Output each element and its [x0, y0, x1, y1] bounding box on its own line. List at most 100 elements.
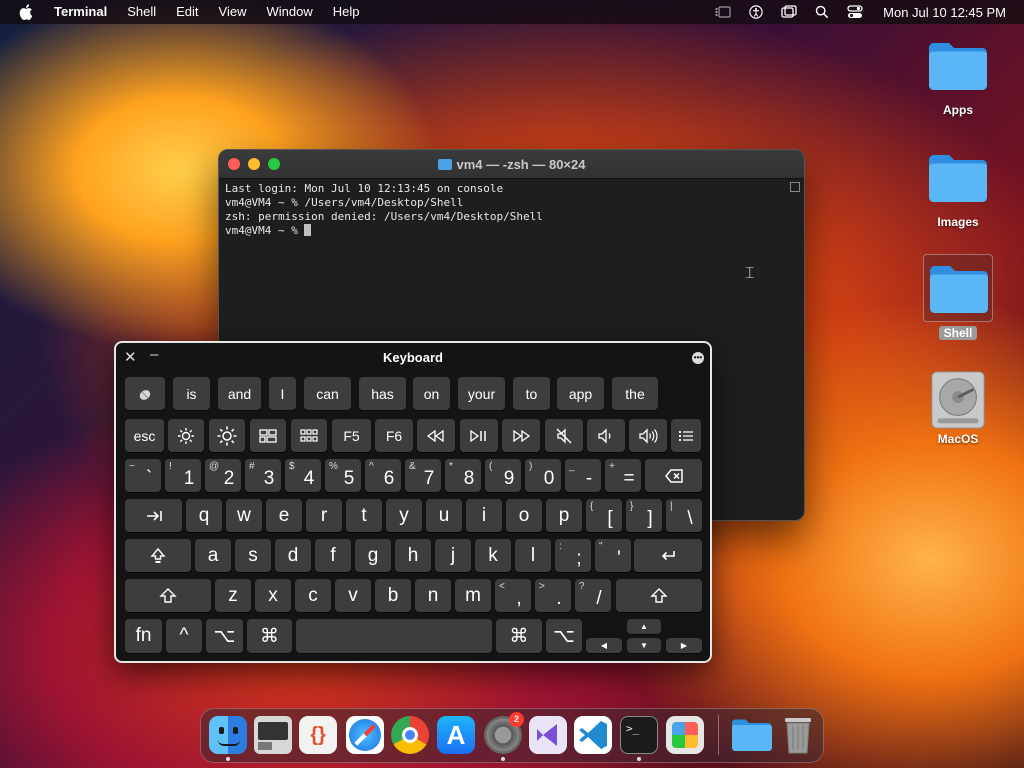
letter-key-a[interactable]: a	[195, 539, 231, 572]
number-key[interactable]: @2	[205, 459, 241, 492]
apple-menu-icon[interactable]	[0, 4, 52, 20]
menu-bar-clock[interactable]: Mon Jul 10 12:45 PM	[883, 5, 1006, 20]
letter-key-s[interactable]: s	[235, 539, 271, 572]
suggestion-key[interactable]: on	[413, 377, 450, 410]
terminal-content[interactable]: Last login: Mon Jul 10 12:13:45 on conso…	[219, 179, 804, 241]
letter-key-b[interactable]: b	[375, 579, 411, 612]
app-store-icon[interactable]: A	[437, 716, 475, 754]
right-option-key[interactable]: ⌥	[546, 619, 582, 653]
arrow-left-key[interactable]: ◀	[586, 638, 622, 653]
left-shift-key[interactable]	[125, 579, 211, 612]
brightness-up-key[interactable]	[209, 419, 245, 452]
visual-studio-icon[interactable]	[529, 716, 567, 754]
letter-key-g[interactable]: g	[355, 539, 391, 572]
letter-key-p[interactable]: p	[546, 499, 582, 532]
safari-icon[interactable]	[346, 716, 384, 754]
number-key[interactable]: $4	[285, 459, 321, 492]
symbol-key[interactable]: :;	[555, 539, 591, 572]
arrow-up-key[interactable]: ▲	[627, 619, 661, 634]
accessibility-icon[interactable]	[747, 5, 765, 19]
terminal-icon[interactable]: >_	[620, 716, 658, 754]
control-key[interactable]: ^	[166, 619, 202, 653]
rewind-key[interactable]	[417, 419, 455, 452]
letter-key-h[interactable]: h	[395, 539, 431, 572]
tab-key[interactable]	[125, 499, 182, 532]
list-key[interactable]	[671, 419, 701, 452]
symbol-key[interactable]: ? /	[575, 579, 611, 612]
more-options-icon[interactable]: •••	[692, 352, 704, 364]
suggestion-key[interactable]: and	[218, 377, 261, 410]
trash-icon[interactable]	[781, 715, 815, 755]
letter-key-l[interactable]: l	[515, 539, 551, 572]
symbol-key[interactable]: " '	[595, 539, 631, 572]
system-information-icon[interactable]	[254, 716, 292, 754]
letter-key-i[interactable]: i	[466, 499, 502, 532]
letter-key-e[interactable]: e	[266, 499, 302, 532]
menu-edit[interactable]: Edit	[166, 0, 208, 24]
letter-key-x[interactable]: x	[255, 579, 291, 612]
desktop-folder-images[interactable]: Images	[918, 152, 998, 229]
number-key[interactable]: % 5	[325, 459, 361, 492]
number-key[interactable]: * 8	[445, 459, 481, 492]
menu-view[interactable]: View	[209, 0, 257, 24]
script-editor-icon[interactable]: {}	[299, 716, 337, 754]
left-option-key[interactable]: ⌥	[206, 619, 243, 653]
brightness-down-key[interactable]	[168, 419, 204, 452]
arrow-right-key[interactable]: ▶	[666, 638, 702, 653]
emoji-key[interactable]	[125, 377, 165, 410]
letter-key-z[interactable]: z	[215, 579, 251, 612]
letter-key-c[interactable]: c	[295, 579, 331, 612]
menu-window[interactable]: Window	[257, 0, 323, 24]
letter-key-y[interactable]: y	[386, 499, 422, 532]
mute-key[interactable]	[545, 419, 583, 452]
vscode-icon[interactable]	[574, 716, 612, 754]
caps-lock-key[interactable]	[125, 539, 191, 572]
fast-forward-key[interactable]	[502, 419, 540, 452]
number-key[interactable]: #3	[245, 459, 281, 492]
suggestion-key[interactable]: app	[557, 377, 604, 410]
suggestion-key[interactable]: is	[173, 377, 210, 410]
screen-mirroring-icon[interactable]	[780, 5, 798, 19]
letter-key-m[interactable]: m	[455, 579, 491, 612]
symbol-key[interactable]: <,	[495, 579, 531, 612]
desktop-folder-apps[interactable]: Apps	[918, 40, 998, 117]
letter-key-k[interactable]: k	[475, 539, 511, 572]
menu-help[interactable]: Help	[323, 0, 370, 24]
control-center-icon[interactable]	[846, 5, 864, 19]
scroll-marker-icon[interactable]	[790, 182, 800, 192]
f6-key[interactable]: F6	[375, 419, 413, 452]
launchpad-key[interactable]	[291, 419, 327, 452]
symbol-key[interactable]: >.	[535, 579, 571, 612]
stage-manager-icon[interactable]	[714, 5, 732, 19]
number-key[interactable]: ~ `	[125, 459, 161, 492]
letter-key-j[interactable]: j	[435, 539, 471, 572]
letter-key-u[interactable]: u	[426, 499, 462, 532]
launchpad-icon[interactable]	[666, 716, 704, 754]
suggestion-key[interactable]: has	[359, 377, 406, 410]
letter-key-r[interactable]: r	[306, 499, 342, 532]
symbol-key[interactable]: {[	[586, 499, 622, 532]
letter-key-n[interactable]: n	[415, 579, 451, 612]
play-pause-key[interactable]	[460, 419, 498, 452]
suggestion-key[interactable]: to	[513, 377, 550, 410]
fn-key[interactable]: fn	[125, 619, 162, 653]
desktop-disk-macos[interactable]: MacOS	[918, 370, 998, 446]
suggestion-key[interactable]: can	[304, 377, 351, 410]
suggestion-key[interactable]: the	[612, 377, 658, 410]
menu-app-name[interactable]: Terminal	[52, 0, 117, 24]
space-bar[interactable]	[296, 619, 492, 653]
suggestion-key[interactable]: your	[458, 377, 505, 410]
symbol-key[interactable]: }]	[626, 499, 662, 532]
finder-icon[interactable]	[209, 716, 247, 754]
letter-key-d[interactable]: d	[275, 539, 311, 572]
number-key[interactable]: & 7	[405, 459, 441, 492]
right-command-key[interactable]: ⌘	[496, 619, 542, 653]
delete-key[interactable]	[645, 459, 702, 492]
symbol-key[interactable]: | \	[666, 499, 702, 532]
letter-key-q[interactable]: q	[186, 499, 222, 532]
volume-down-key[interactable]	[587, 419, 625, 452]
right-shift-key[interactable]	[616, 579, 702, 612]
terminal-titlebar[interactable]: vm4 — -zsh — 80×24	[219, 150, 804, 179]
spotlight-search-icon[interactable]	[813, 5, 831, 19]
suggestion-key[interactable]: I	[269, 377, 296, 410]
